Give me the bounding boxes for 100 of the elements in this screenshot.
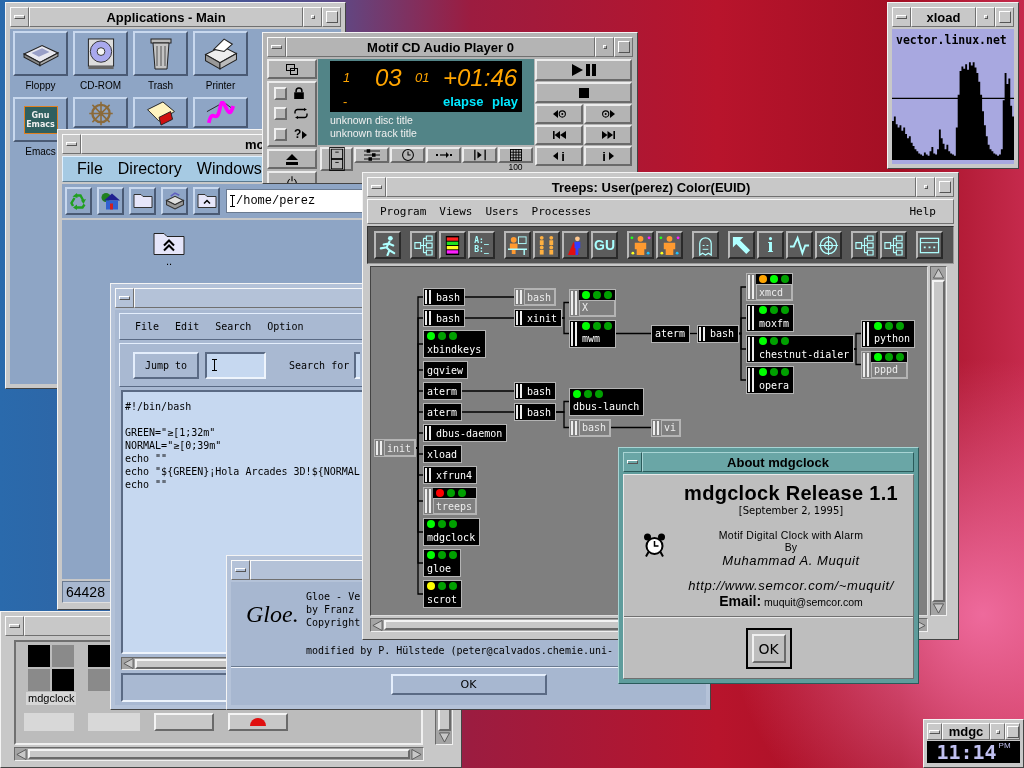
toolbar-button[interactable] bbox=[728, 231, 755, 259]
clock-button[interactable] bbox=[390, 147, 425, 163]
process-node[interactable]: bash bbox=[514, 288, 556, 306]
toolbar-button[interactable] bbox=[786, 231, 813, 259]
maximize-button[interactable] bbox=[995, 7, 1014, 27]
eject-button[interactable] bbox=[267, 149, 317, 169]
toolbar-button[interactable] bbox=[627, 231, 654, 259]
process-node[interactable]: aterm bbox=[423, 403, 462, 421]
process-node[interactable]: scrot bbox=[423, 580, 462, 608]
house-button[interactable] bbox=[97, 187, 124, 215]
process-node[interactable]: gloe bbox=[423, 549, 461, 577]
process-node[interactable]: mwm bbox=[569, 319, 616, 348]
maximize-button[interactable] bbox=[614, 37, 633, 57]
toolbar-button[interactable] bbox=[562, 231, 589, 259]
maximize-button[interactable] bbox=[935, 177, 954, 197]
tile-button[interactable] bbox=[24, 713, 74, 731]
process-node[interactable]: init bbox=[374, 439, 416, 457]
toolbar-button[interactable] bbox=[504, 231, 531, 259]
process-node[interactable]: moxfm bbox=[746, 304, 794, 332]
checkbox[interactable] bbox=[274, 86, 287, 100]
jump-to-button[interactable]: Jump to bbox=[133, 351, 199, 379]
menu-item[interactable]: File bbox=[135, 321, 160, 332]
menu-item[interactable]: Edit bbox=[175, 321, 200, 332]
folder-button[interactable] bbox=[129, 187, 156, 215]
process-node[interactable]: dbus-daemon bbox=[423, 424, 507, 442]
process-node[interactable]: xmcd bbox=[746, 273, 793, 301]
process-node[interactable]: aterm bbox=[423, 382, 462, 400]
folder-up-button[interactable] bbox=[193, 187, 220, 215]
maximize-button[interactable] bbox=[1005, 723, 1020, 740]
toolbar-button[interactable] bbox=[692, 231, 719, 259]
drive-button[interactable] bbox=[161, 187, 188, 215]
checker-squares-icon[interactable] bbox=[88, 645, 111, 691]
minimize-button[interactable] bbox=[976, 7, 995, 27]
process-node[interactable]: xfrun4 bbox=[423, 466, 477, 484]
process-node[interactable]: bash bbox=[697, 324, 739, 343]
menu-item[interactable]: Option bbox=[267, 321, 304, 332]
process-node[interactable]: python bbox=[861, 319, 915, 348]
menu-item[interactable]: Directory bbox=[117, 160, 182, 178]
toolbar-text-button[interactable]: i bbox=[757, 231, 784, 259]
search-field[interactable] bbox=[354, 351, 361, 379]
vertical-scrollbar[interactable] bbox=[930, 266, 947, 616]
process-node[interactable]: xload bbox=[423, 445, 462, 463]
mixer-button[interactable] bbox=[354, 147, 389, 163]
stop-button[interactable] bbox=[535, 82, 632, 103]
minimize-button[interactable] bbox=[303, 7, 322, 27]
menu-item[interactable]: Users bbox=[485, 205, 519, 218]
menu-item[interactable]: Windows bbox=[196, 160, 262, 178]
minimize-button[interactable] bbox=[916, 177, 935, 197]
window-menu-button[interactable] bbox=[623, 452, 642, 472]
process-node[interactable]: X bbox=[569, 288, 616, 317]
process-node[interactable]: chestnut-dialer bbox=[746, 335, 854, 363]
menu-item[interactable]: File bbox=[77, 160, 103, 178]
checkbox[interactable] bbox=[274, 128, 287, 142]
recycle-button[interactable] bbox=[65, 187, 92, 215]
menu-item[interactable]: Search bbox=[215, 321, 252, 332]
app-launcher-button[interactable] bbox=[133, 31, 188, 76]
process-node[interactable]: bash bbox=[569, 418, 611, 437]
process-node[interactable]: gqview bbox=[423, 361, 468, 379]
help-menu[interactable]: Help bbox=[909, 205, 936, 218]
minimize-button[interactable] bbox=[990, 723, 1005, 740]
process-node[interactable]: bash bbox=[423, 309, 465, 327]
input-field[interactable] bbox=[205, 351, 266, 379]
ok-button[interactable]: OK bbox=[745, 628, 792, 669]
process-node[interactable]: xinit bbox=[514, 309, 562, 327]
toolbar-button[interactable] bbox=[815, 231, 842, 259]
app-launcher-button[interactable] bbox=[13, 31, 68, 76]
checkbox[interactable] bbox=[274, 107, 287, 121]
process-node[interactable]: treeps bbox=[423, 487, 477, 515]
process-node[interactable]: aterm bbox=[651, 324, 690, 343]
grid-button[interactable] bbox=[498, 147, 533, 163]
toolbar-button[interactable] bbox=[916, 231, 943, 259]
app-launcher-button[interactable]: Gnu Emacs bbox=[13, 97, 68, 142]
process-node[interactable]: dbus-launch bbox=[569, 387, 644, 416]
rewind-button[interactable] bbox=[535, 104, 583, 124]
toolbar-button[interactable] bbox=[880, 231, 907, 259]
toolbar-button[interactable] bbox=[851, 231, 878, 259]
toolbar-button[interactable] bbox=[439, 231, 466, 259]
ok-button[interactable]: OK bbox=[390, 674, 547, 695]
toolbar-text-button[interactable]: GU bbox=[591, 231, 618, 259]
app-launcher-button[interactable] bbox=[193, 31, 248, 76]
mode-button[interactable] bbox=[267, 59, 317, 79]
checker-squares-icon[interactable] bbox=[28, 645, 75, 691]
cabinet-button[interactable] bbox=[320, 147, 353, 171]
arrow-button[interactable] bbox=[426, 147, 461, 163]
homepage-link[interactable]: http://www.semcor.com/~muquit/ bbox=[688, 578, 894, 593]
minimize-button[interactable] bbox=[595, 37, 614, 57]
app-launcher-button[interactable] bbox=[73, 31, 128, 76]
toolbar-button[interactable] bbox=[533, 231, 560, 259]
toolbar-button[interactable] bbox=[410, 231, 437, 259]
folder-up-icon[interactable] bbox=[153, 232, 185, 256]
process-node[interactable]: opera bbox=[746, 366, 794, 394]
fast-forward-button[interactable] bbox=[584, 104, 632, 124]
app-launcher-button[interactable] bbox=[133, 97, 188, 128]
tile-button[interactable] bbox=[88, 713, 140, 731]
toolbar-button[interactable] bbox=[374, 231, 401, 259]
horizontal-scrollbar[interactable] bbox=[14, 747, 424, 761]
toolbar-button[interactable] bbox=[656, 231, 683, 259]
menu-item[interactable]: Processes bbox=[531, 205, 592, 218]
process-node[interactable]: bash bbox=[514, 403, 556, 421]
play-pause-button[interactable] bbox=[535, 59, 632, 81]
